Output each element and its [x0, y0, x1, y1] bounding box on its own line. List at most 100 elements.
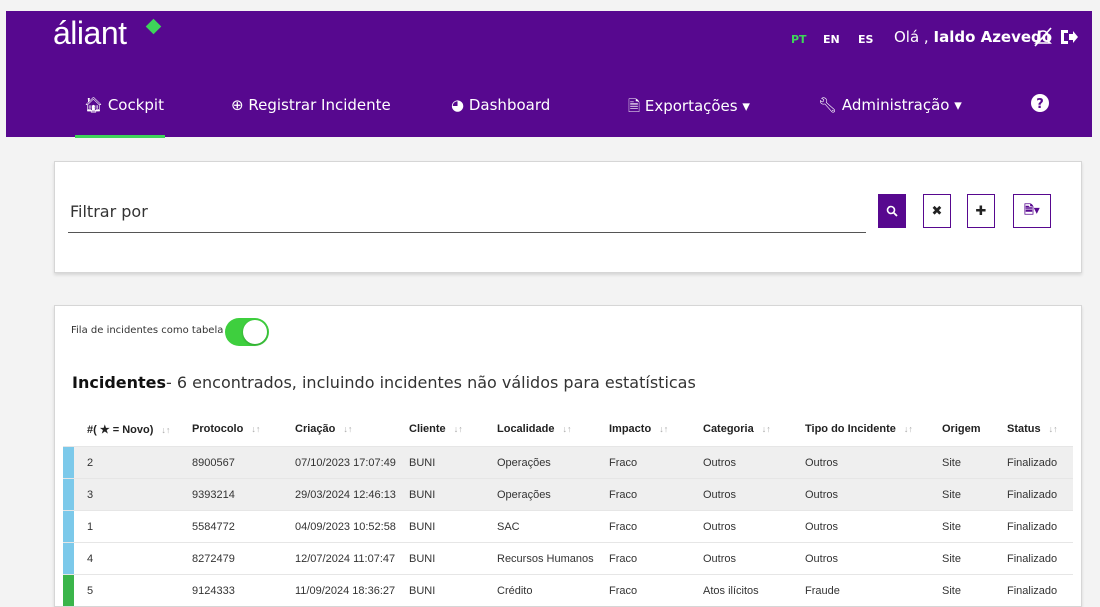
filter-input-label: Filtrar por [70, 202, 148, 221]
cell-categoria: Outros [703, 446, 805, 479]
cell-cliente: BUNI [409, 478, 497, 511]
nav-registrar-incidente[interactable]: ⊕ Registrar Incidente [231, 96, 391, 114]
row-status-stripe [63, 574, 75, 606]
row-status-stripe [63, 542, 75, 575]
table-view-toggle[interactable] [225, 318, 269, 346]
col-criacao-label: Criação [295, 423, 336, 435]
table-row[interactable]: 1 5584772 04/09/2023 10:52:58 BUNI SAC Fraco O… [63, 510, 1073, 543]
caret-down-icon: ▾ [954, 96, 962, 114]
table-row[interactable]: 2 8900567 07/10/2023 17:07:49 BUNI Operações… [63, 446, 1073, 479]
cell-number: 3 [75, 478, 192, 511]
logout-icon[interactable] [1058, 26, 1080, 53]
row-status-stripe [63, 446, 75, 479]
cell-impacto: Fraco [609, 542, 703, 575]
cell-origem: Site [942, 510, 1007, 543]
col-header-number[interactable]: #( ★ = Novo) ↓↑ [75, 412, 192, 447]
col-header-origem[interactable]: Origem [942, 412, 1007, 447]
row-stripe-bar [63, 511, 74, 542]
cell-localidade: Operações [497, 478, 609, 511]
add-button[interactable]: ✚ [967, 194, 995, 228]
row-stripe-bar [63, 575, 74, 606]
col-number-label: #( ★ = Novo) [87, 423, 154, 436]
incidents-subtitle: - 6 encontrados, incluindo incidentes nã… [166, 373, 696, 392]
cell-criacao: 29/03/2024 12:46:13 [295, 478, 409, 511]
search-icon [886, 205, 898, 217]
table-row[interactable]: 5 9124333 11/09/2024 18:36:27 BUNI Crédito Fr… [63, 574, 1073, 606]
table-row[interactable]: 4 8272479 12/07/2024 11:07:47 BUNI Recursos … [63, 542, 1073, 575]
col-localidade-label: Localidade [497, 423, 555, 435]
greeting-prefix: Olá , [894, 28, 929, 46]
col-header-status[interactable]: Status ↓↑ [1007, 412, 1073, 447]
caret-down-icon: ▾ [742, 97, 750, 115]
brand-logo[interactable]: áliant [53, 15, 127, 52]
export-dropdown-button[interactable]: 🗎▾ [1013, 194, 1051, 228]
cell-tipo: Outros [805, 510, 942, 543]
help-button[interactable]: ? [1030, 93, 1050, 117]
col-header-cliente[interactable]: Cliente ↓↑ [409, 412, 497, 447]
nav-exportacoes[interactable]: 🗎 Exportações ▾ [628, 96, 750, 121]
cell-impacto: Fraco [609, 446, 703, 479]
col-header-localidade[interactable]: Localidade ↓↑ [497, 412, 609, 447]
row-status-stripe [63, 510, 75, 543]
lang-pt[interactable]: PT [791, 33, 807, 46]
table-header-row: #( ★ = Novo) ↓↑ Protocolo ↓↑ Criação ↓↑ Cli… [63, 412, 1073, 447]
cell-cliente: BUNI [409, 574, 497, 606]
nav-dashboard[interactable]: ◕ Dashboard [451, 96, 550, 114]
cell-impacto: Fraco [609, 478, 703, 511]
col-header-tipo[interactable]: Tipo do Incidente ↓↑ [805, 412, 942, 447]
cell-protocolo: 8272479 [192, 542, 295, 575]
cell-categoria: Outros [703, 542, 805, 575]
nav-cockpit[interactable]: 🏠︎ Cockpit [84, 96, 164, 114]
incidents-table: #( ★ = Novo) ↓↑ Protocolo ↓↑ Criação ↓↑ Cli… [63, 412, 1073, 606]
cell-localidade: SAC [497, 510, 609, 543]
svg-text:?: ? [1036, 97, 1044, 112]
cell-criacao: 12/07/2024 11:07:47 [295, 542, 409, 575]
cell-status: Finalizado [1007, 542, 1073, 575]
nav-administracao[interactable]: 🔧︎ Administração ▾ [818, 96, 962, 114]
incidents-title: Incidentes [72, 373, 167, 392]
plus-circle-icon: ⊕ [231, 96, 244, 114]
cell-status: Finalizado [1007, 574, 1073, 606]
cell-localidade: Crédito [497, 574, 609, 606]
cell-cliente: BUNI [409, 510, 497, 543]
col-header-categoria[interactable]: Categoria ↓↑ [703, 412, 805, 447]
clear-icon: ✖ [931, 203, 943, 219]
cell-protocolo: 9124333 [192, 574, 295, 606]
cell-criacao: 04/09/2023 10:52:58 [295, 510, 409, 543]
col-header-protocolo[interactable]: Protocolo ↓↑ [192, 412, 295, 447]
cell-number: 1 [75, 510, 192, 543]
incidents-heading: Incidentes- 6 encontrados, incluindo inc… [72, 373, 696, 392]
lang-es[interactable]: ES [858, 33, 873, 46]
cell-criacao: 07/10/2023 17:07:49 [295, 446, 409, 479]
lang-en[interactable]: EN [823, 33, 840, 46]
cell-tipo: Fraude [805, 574, 942, 606]
cell-number: 2 [75, 446, 192, 479]
cell-localidade: Operações [497, 446, 609, 479]
clear-filter-button[interactable]: ✖ [923, 194, 951, 228]
nav-cockpit-label: Cockpit [107, 96, 164, 114]
stripe-header [63, 412, 75, 447]
cell-criacao: 11/09/2024 18:36:27 [295, 574, 409, 606]
sort-icon: ↓↑ [761, 424, 771, 434]
cell-status: Finalizado [1007, 446, 1073, 479]
nav-administracao-label: Administração [841, 96, 950, 114]
cell-impacto: Fraco [609, 510, 703, 543]
col-header-criacao[interactable]: Criação ↓↑ [295, 412, 409, 447]
cell-categoria: Outros [703, 510, 805, 543]
filter-input[interactable] [68, 232, 866, 233]
cell-protocolo: 5584772 [192, 510, 295, 543]
export-file-icon: 🗎▾ [1024, 202, 1040, 217]
home-icon: 🏠︎ [84, 96, 104, 114]
col-header-impacto[interactable]: Impacto ↓↑ [609, 412, 703, 447]
cell-origem: Site [942, 478, 1007, 511]
col-impacto-label: Impacto [609, 423, 652, 435]
table-row[interactable]: 3 9393214 29/03/2024 12:46:13 BUNI Operações… [63, 478, 1073, 511]
cell-number: 5 [75, 574, 192, 606]
sort-icon: ↓↑ [453, 424, 463, 434]
search-button[interactable] [878, 194, 906, 228]
sort-icon: ↓↑ [659, 424, 669, 434]
notifications-off-icon[interactable] [1032, 26, 1054, 53]
nav-registrar-label: Registrar Incidente [248, 96, 391, 114]
col-tipo-label: Tipo do Incidente [805, 423, 896, 435]
cell-number: 4 [75, 542, 192, 575]
